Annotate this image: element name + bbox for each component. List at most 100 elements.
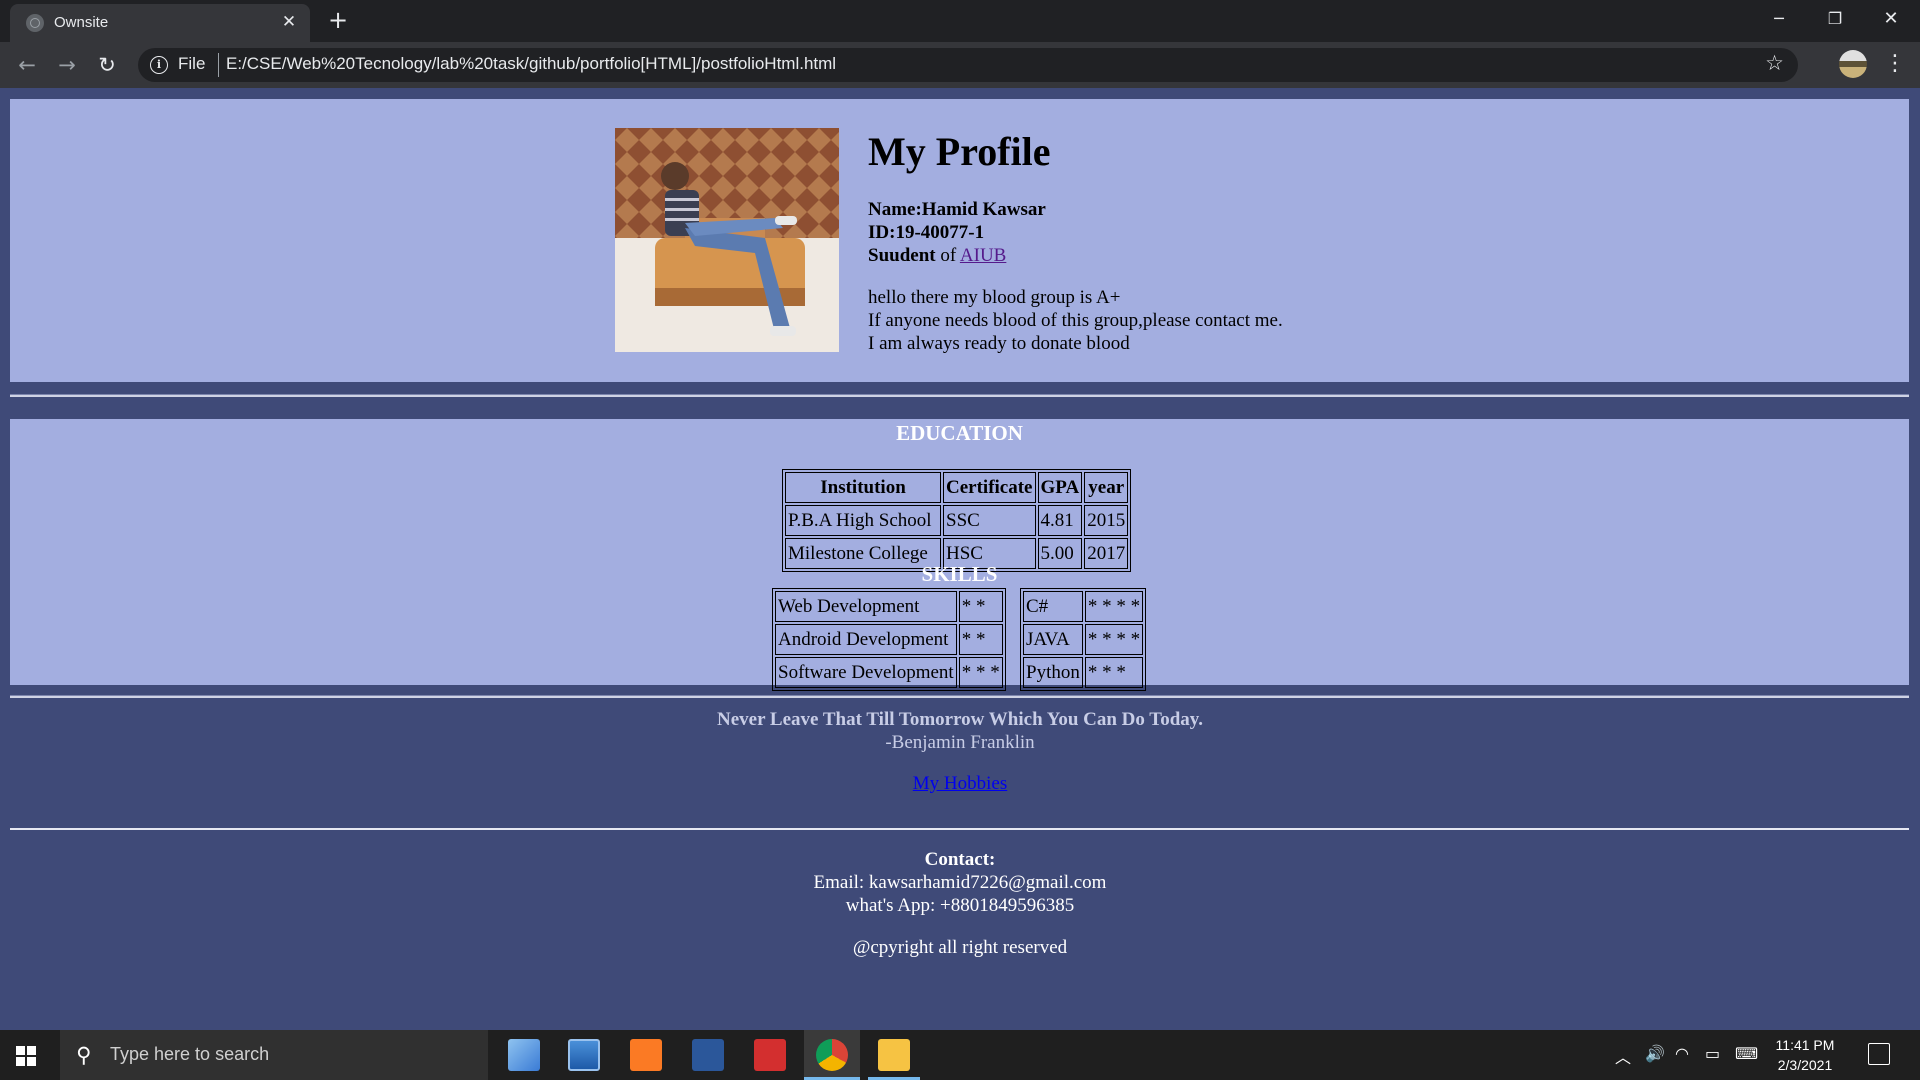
- back-icon[interactable]: ←: [12, 50, 42, 80]
- profile-text: My Profile Name:Hamid Kawsar ID:19-40077…: [868, 128, 1283, 355]
- volume-icon[interactable]: 🔊: [1645, 1044, 1665, 1063]
- browser-tab[interactable]: Ownsite ✕: [10, 4, 310, 42]
- kebab-menu-icon[interactable]: ⋮: [1884, 50, 1906, 80]
- battery-icon[interactable]: ▭: [1705, 1044, 1720, 1063]
- skill-rating: * *: [958, 591, 1003, 622]
- tray-time: 11:41 PM: [1775, 1037, 1835, 1053]
- notification-icon[interactable]: [1868, 1043, 1890, 1065]
- new-tab-button[interactable]: +: [325, 7, 351, 33]
- skill-rating: * *: [958, 624, 1003, 655]
- close-window-button[interactable]: ✕: [1862, 0, 1920, 38]
- table-cell: P.B.A High School: [785, 505, 941, 536]
- remote-desktop-icon[interactable]: [568, 1039, 600, 1071]
- my-hobbies-link[interactable]: My Hobbies: [913, 773, 1007, 795]
- blood-group-note: hello there my blood group is A+ If anyo…: [868, 286, 1283, 355]
- column-header: Institution: [785, 472, 941, 503]
- taskbar: ⚲ Type here to search ︿ 🔊 ◠ ▭ ⌨ 11:41 PM…: [0, 1030, 1920, 1080]
- blood-line: If anyone needs blood of this group,plea…: [868, 310, 1283, 331]
- search-icon: ⚲: [76, 1043, 92, 1067]
- bookmark-star-icon[interactable]: ☆: [1765, 51, 1784, 75]
- chevron-up-icon[interactable]: ︿: [1615, 1044, 1631, 1068]
- skill-rating: * * *: [958, 657, 1003, 688]
- windows-start-icon[interactable]: [16, 1046, 36, 1066]
- blood-line: hello there my blood group is A+: [868, 287, 1121, 308]
- table-row: C# * * * *: [1023, 591, 1144, 622]
- reload-icon[interactable]: ↻: [92, 50, 122, 80]
- quote-section: Never Leave That Till Tomorrow Which You…: [0, 708, 1920, 795]
- profile-photo: [615, 128, 839, 352]
- university-link[interactable]: AIUB: [960, 245, 1006, 266]
- column-header: GPA: [1037, 472, 1083, 503]
- column-header: year: [1084, 472, 1129, 503]
- xampp-icon[interactable]: [630, 1039, 662, 1071]
- contact-title: Contact:: [924, 849, 996, 870]
- minimize-button[interactable]: ─: [1750, 0, 1808, 38]
- quote-author: -Benjamin Franklin: [885, 732, 1035, 753]
- education-table: Institution Certificate GPA year P.B.A H…: [782, 469, 1132, 572]
- browser-toolbar: ← → ↻ i File E:/CSE/Web%20Tecnology/lab%…: [0, 42, 1920, 88]
- file-explorer-icon[interactable]: [878, 1039, 910, 1071]
- table-header-row: Institution Certificate GPA year: [785, 472, 1129, 503]
- chrome-icon[interactable]: [816, 1039, 848, 1071]
- 3d-cube-app-icon[interactable]: [508, 1039, 540, 1071]
- skill-rating: * * *: [1084, 657, 1144, 688]
- skill-name: Python: [1023, 657, 1083, 688]
- contact-section: Contact: Email: kawsarhamid7226@gmail.co…: [0, 848, 1920, 959]
- web-page: My Profile Name:Hamid Kawsar ID:19-40077…: [0, 88, 1920, 1030]
- blood-line: I am always ready to donate blood: [868, 333, 1130, 354]
- skill-rating: * * * *: [1084, 624, 1144, 655]
- info-icon[interactable]: i: [150, 56, 168, 74]
- taskbar-search-box[interactable]: ⚲ Type here to search: [60, 1030, 488, 1080]
- skill-name: Software Development: [775, 657, 957, 688]
- profile-id: ID:19-40077-1: [868, 222, 985, 243]
- url-divider: [218, 53, 219, 77]
- skills-table-right: C# * * * * JAVA * * * * Python * * *: [1020, 588, 1147, 691]
- skills-heading: SKILLS: [921, 562, 998, 586]
- divider: [10, 394, 1909, 397]
- word-icon[interactable]: [692, 1039, 724, 1071]
- contact-email: Email: kawsarhamid7226@gmail.com: [813, 872, 1107, 893]
- profile-info: Name:Hamid Kawsar ID:19-40077-1 Suudent …: [868, 198, 1283, 267]
- profile-section: My Profile Name:Hamid Kawsar ID:19-40077…: [10, 99, 1909, 382]
- education-heading: EDUCATION: [896, 421, 1023, 445]
- tray-clock[interactable]: 11:41 PM 2/3/2021: [1770, 1035, 1840, 1075]
- column-header: Certificate: [943, 472, 1036, 503]
- quote-text: Never Leave That Till Tomorrow Which You…: [716, 709, 1203, 730]
- skill-rating: * * * *: [1084, 591, 1144, 622]
- table-row: Python * * *: [1023, 657, 1144, 688]
- skills-table-left: Web Development * * Android Development …: [772, 588, 1006, 691]
- url-text[interactable]: E:/CSE/Web%20Tecnology/lab%20task/github…: [226, 54, 836, 74]
- skill-name: C#: [1023, 591, 1083, 622]
- copyright-text: @cpyright all right reserved: [852, 937, 1068, 958]
- profile-photo-image: [615, 128, 839, 352]
- student-label: Suudent: [868, 245, 936, 266]
- acrobat-icon[interactable]: [754, 1039, 786, 1071]
- browser-tab-strip: Ownsite ✕ + ─ ❐ ✕: [0, 0, 1920, 42]
- skill-name: Android Development: [775, 624, 957, 655]
- forward-icon[interactable]: →: [52, 50, 82, 80]
- restore-button[interactable]: ❐: [1806, 0, 1864, 38]
- skill-name: JAVA: [1023, 624, 1083, 655]
- table-row: Web Development * *: [775, 591, 1003, 622]
- tray-date: 2/3/2021: [1777, 1057, 1833, 1073]
- keyboard-icon[interactable]: ⌨: [1735, 1044, 1758, 1063]
- table-row: JAVA * * * *: [1023, 624, 1144, 655]
- page-title: My Profile: [868, 129, 1051, 174]
- of-text: of: [935, 245, 960, 266]
- tab-close-icon[interactable]: ✕: [278, 11, 300, 33]
- globe-icon: [26, 14, 44, 32]
- contact-whatsapp: what's App: +8801849596385: [845, 895, 1075, 916]
- table-cell: SSC: [943, 505, 1036, 536]
- url-scheme-label: File: [178, 54, 206, 73]
- divider: [10, 695, 1909, 698]
- address-bar[interactable]: i File E:/CSE/Web%20Tecnology/lab%20task…: [138, 48, 1798, 82]
- tab-title: Ownsite: [54, 14, 109, 31]
- search-placeholder: Type here to search: [110, 1044, 270, 1064]
- profile-name: Name:Hamid Kawsar: [868, 199, 1046, 220]
- browser-profile-avatar[interactable]: [1839, 50, 1867, 78]
- skill-name: Web Development: [775, 591, 957, 622]
- education-section: EDUCATION Institution Certificate GPA ye…: [10, 419, 1909, 691]
- table-cell: 2015: [1084, 505, 1129, 536]
- wifi-icon[interactable]: ◠: [1675, 1044, 1689, 1063]
- divider: [10, 828, 1909, 830]
